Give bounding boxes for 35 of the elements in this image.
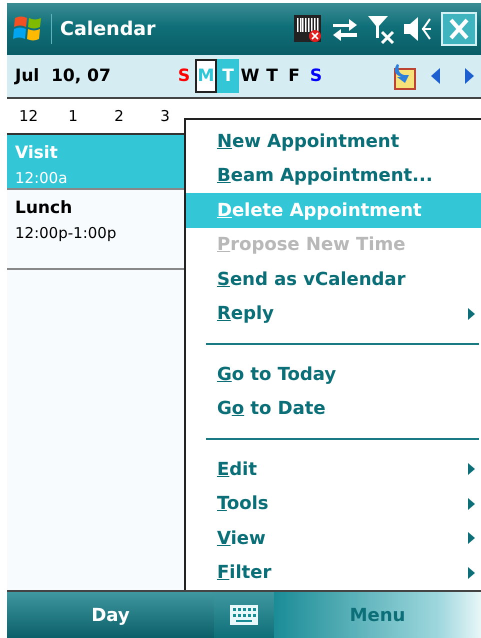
hour-label: 12 xyxy=(19,107,35,125)
weekday-tab[interactable]: T xyxy=(261,59,283,93)
sync-arrows-icon[interactable] xyxy=(331,16,359,42)
weekday-tab[interactable]: S xyxy=(173,59,195,93)
hour-label: 3 xyxy=(159,107,171,125)
menu-item[interactable]: Go to Date xyxy=(186,392,481,426)
menu-item[interactable]: Filter xyxy=(186,556,481,590)
menu-item[interactable]: Go to Today xyxy=(186,357,481,392)
appointment-time: 12:00a xyxy=(15,169,68,187)
speaker-icon[interactable] xyxy=(403,15,433,43)
keyboard-icon[interactable] xyxy=(230,605,258,625)
menu-item[interactable]: Edit xyxy=(186,452,481,486)
appointment-title: Lunch xyxy=(15,198,74,218)
menu-item[interactable]: Reply xyxy=(186,296,481,332)
next-arrow-icon[interactable] xyxy=(465,68,475,84)
menu-item[interactable]: Beam Appointment... xyxy=(186,158,481,194)
appointment[interactable]: Lunch 12:00p-1:00p xyxy=(7,190,184,270)
current-date[interactable]: Jul 10, 07 xyxy=(15,66,173,86)
window-title: Calendar xyxy=(51,14,285,44)
day-soft-key[interactable]: Day xyxy=(7,592,214,638)
barcode-icon[interactable] xyxy=(293,14,323,44)
appointment-time: 12:00p-1:00p xyxy=(15,224,118,242)
weekday-tab[interactable]: S xyxy=(305,59,327,93)
signal-off-icon[interactable] xyxy=(367,14,395,44)
appointment-title: Visit xyxy=(15,143,59,163)
previous-arrow-icon[interactable] xyxy=(431,68,441,84)
menu-item[interactable]: View xyxy=(186,521,481,556)
hour-label: 1 xyxy=(67,107,79,125)
menu-item[interactable]: Tools xyxy=(186,486,481,521)
hour-label: 2 xyxy=(113,107,125,125)
weekday-tab[interactable]: F xyxy=(283,59,305,93)
weekday-tab[interactable]: W xyxy=(239,59,261,93)
menu-item[interactable]: Send as vCalendar xyxy=(186,262,481,297)
menu-item[interactable]: New Appointment xyxy=(186,124,481,159)
close-icon[interactable] xyxy=(441,12,477,46)
